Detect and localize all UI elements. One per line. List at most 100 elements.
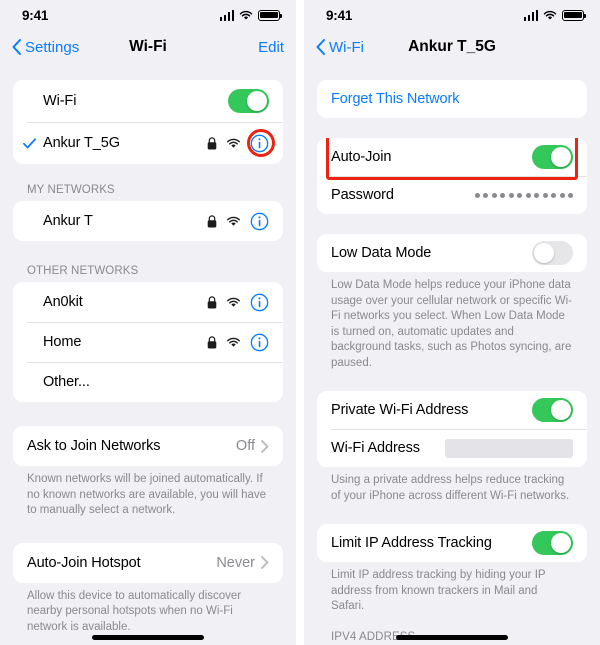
- wifi-toggle[interactable]: [228, 89, 269, 113]
- forget-network-row[interactable]: Forget This Network: [317, 80, 587, 118]
- info-icon[interactable]: [250, 212, 269, 231]
- lock-icon: [207, 214, 217, 227]
- row-accessories: [207, 212, 269, 231]
- chevron-right-icon: [261, 439, 269, 453]
- network-row[interactable]: Ankur T: [13, 201, 283, 241]
- private-wifi-toggle[interactable]: [532, 398, 573, 423]
- private-wifi-row[interactable]: Private Wi-Fi Address: [317, 391, 587, 430]
- ask-to-join-label: Ask to Join Networks: [27, 438, 161, 454]
- row-accessories: [207, 333, 269, 352]
- low-data-mode-group: Low Data Mode: [317, 234, 587, 272]
- wifi-icon: [239, 10, 253, 20]
- private-wifi-footnote: Using a private address helps reduce tra…: [331, 474, 570, 502]
- private-wifi-group: Private Wi-Fi Address Wi-Fi Address: [317, 391, 587, 468]
- connected-network-row[interactable]: Ankur T_5G: [13, 122, 283, 164]
- other-networks-group: An0kit Home Other...: [13, 282, 283, 402]
- limit-ip-row[interactable]: Limit IP Address Tracking: [317, 524, 587, 563]
- limit-ip-group: Limit IP Address Tracking: [317, 524, 587, 563]
- other-network-row[interactable]: Other...: [13, 362, 283, 402]
- back-button-label: Wi-Fi: [329, 38, 364, 56]
- wifi-signal-icon: [227, 138, 240, 148]
- connected-network-name: Ankur T_5G: [43, 135, 120, 151]
- low-data-mode-footnote: Low Data Mode helps reduce your iPhone d…: [331, 279, 572, 369]
- screenshot-stage: 9:41 Settings Wi-Fi Edit Wi-Fi Ankur T_5…: [0, 0, 600, 645]
- password-row[interactable]: Password: [317, 176, 587, 214]
- wifi-address-value: [445, 438, 573, 458]
- private-wifi-label: Private Wi-Fi Address: [331, 402, 469, 419]
- other-network-label: Other...: [43, 374, 90, 390]
- battery-full-icon: [258, 9, 282, 21]
- cellular-bars-icon: [219, 9, 234, 21]
- battery-full-icon: [562, 9, 586, 21]
- auto-join-hotspot-value: Never: [216, 554, 255, 571]
- chevron-left-icon: [12, 39, 21, 55]
- home-indicator: [92, 635, 204, 640]
- network-name: Ankur T: [43, 213, 93, 229]
- home-indicator: [396, 635, 508, 640]
- ask-to-join-value: Off: [235, 438, 255, 454]
- back-button-wifi[interactable]: Wi-Fi: [316, 39, 364, 56]
- ask-to-join-group: Ask to Join Networks Off: [13, 426, 283, 466]
- status-icons: [219, 9, 282, 21]
- lock-icon: [207, 295, 217, 308]
- status-bar: 9:41: [304, 0, 600, 30]
- wifi-address-row: Wi-Fi Address: [317, 429, 587, 468]
- wifi-row-label: Wi-Fi: [43, 93, 77, 109]
- lock-icon: [207, 335, 217, 348]
- wifi-signal-icon: [227, 297, 240, 307]
- cellular-bars-icon: [523, 9, 538, 21]
- status-bar: 9:41: [0, 0, 296, 30]
- ask-to-join-row[interactable]: Ask to Join Networks Off: [13, 426, 283, 466]
- low-data-mode-row[interactable]: Low Data Mode: [317, 234, 587, 272]
- auto-join-hotspot-row[interactable]: Auto-Join Hotspot Never: [13, 542, 283, 583]
- info-icon[interactable]: [250, 333, 269, 352]
- network-row[interactable]: An0kit: [13, 282, 283, 322]
- low-data-mode-label: Low Data Mode: [331, 245, 432, 261]
- wifi-signal-icon: [227, 337, 240, 347]
- limit-ip-label: Limit IP Address Tracking: [331, 535, 492, 552]
- lock-icon: [207, 136, 217, 149]
- auto-join-hotspot-value-wrap: Never: [216, 555, 269, 571]
- auto-join-row[interactable]: Auto-Join: [317, 138, 587, 180]
- row-accessories: [207, 134, 269, 153]
- right-phone-screen: 9:41 Wi-Fi Ankur T_5G Forget This Networ…: [304, 0, 600, 645]
- info-icon[interactable]: [250, 293, 269, 312]
- forget-network-group: Forget This Network: [317, 80, 587, 118]
- status-time: 9:41: [22, 7, 49, 23]
- low-data-mode-toggle[interactable]: [532, 241, 573, 265]
- password-masked-value: [474, 192, 573, 198]
- auto-join-label: Auto-Join: [331, 149, 392, 165]
- forget-network-label: Forget This Network: [331, 91, 460, 107]
- network-name: An0kit: [43, 294, 83, 310]
- my-networks-group: Ankur T: [13, 201, 283, 241]
- wifi-signal-icon: [227, 216, 240, 226]
- edit-button[interactable]: Edit: [258, 39, 284, 56]
- network-row[interactable]: Home: [13, 322, 283, 362]
- chevron-left-icon: [316, 39, 325, 55]
- auto-join-password-group: Auto-Join Password: [317, 138, 587, 214]
- info-icon[interactable]: [250, 134, 269, 153]
- ask-to-join-footnote: Known networks will be joined automatica…: [27, 473, 267, 517]
- right-nav-bar: Wi-Fi Ankur T_5G: [304, 30, 600, 64]
- my-networks-header: MY NETWORKS: [27, 184, 115, 196]
- auto-join-toggle[interactable]: [532, 145, 573, 169]
- back-button-settings[interactable]: Settings: [12, 39, 79, 56]
- status-time: 9:41: [326, 7, 353, 23]
- other-networks-header: OTHER NETWORKS: [27, 265, 139, 277]
- back-button-label: Settings: [25, 38, 80, 56]
- network-name: Home: [43, 334, 82, 350]
- limit-ip-toggle[interactable]: [532, 531, 573, 556]
- wifi-toggle-group: Wi-Fi Ankur T_5G: [13, 80, 283, 164]
- status-icons: [523, 9, 586, 21]
- ask-to-join-value-wrap: Off: [236, 438, 269, 454]
- auto-join-hotspot-label: Auto-Join Hotspot: [27, 554, 141, 571]
- wifi-icon: [543, 10, 557, 20]
- auto-join-hotspot-group: Auto-Join Hotspot Never: [13, 542, 283, 583]
- wifi-address-label: Wi-Fi Address: [331, 440, 420, 457]
- password-label: Password: [331, 187, 394, 203]
- wifi-toggle-row[interactable]: Wi-Fi: [13, 80, 283, 122]
- left-nav-bar: Settings Wi-Fi Edit: [0, 30, 296, 64]
- left-phone-screen: 9:41 Settings Wi-Fi Edit Wi-Fi Ankur T_5…: [0, 0, 296, 645]
- row-accessories: [207, 293, 269, 312]
- auto-join-hotspot-footnote: Allow this device to automatically disco…: [27, 589, 242, 633]
